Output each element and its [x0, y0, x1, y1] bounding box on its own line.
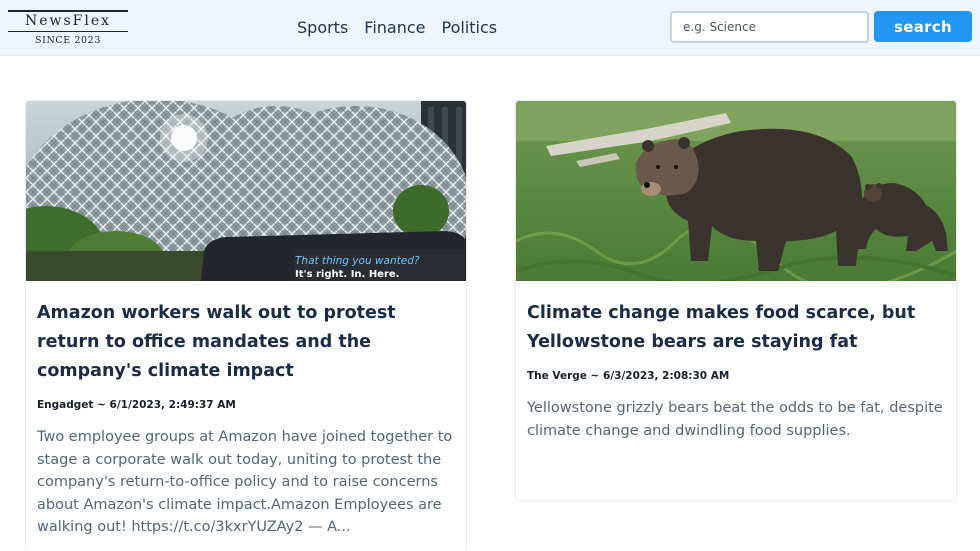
article-description: Two employee groups at Amazon have joine…	[37, 429, 453, 535]
nav-link-politics[interactable]: Politics	[442, 17, 498, 39]
search-button[interactable]: search	[874, 11, 972, 42]
image-caption-line2: It's right. In. Here.	[295, 269, 399, 280]
article-description: Yellowstone grizzly bears beat the odds …	[527, 400, 943, 439]
category-nav: Sports Finance Politics	[297, 17, 497, 39]
article-image-amazon-spheres[interactable]: That thing you wanted? It's right. In. H…	[26, 101, 466, 281]
logo-tagline: SINCE 2023	[35, 35, 101, 46]
article-title[interactable]: Amazon workers walk out to protest retur…	[37, 299, 447, 386]
newsflex-logo[interactable]: NewsFlex SINCE 2023	[8, 10, 128, 48]
article-source-date: The Verge ~ 6/3/2023, 2:08:30 AM	[527, 370, 730, 382]
article-card[interactable]: Climate change makes food scarce, but Ye…	[515, 100, 957, 501]
logo-name: NewsFlex	[8, 10, 128, 32]
article-image-grizzly-bears[interactable]	[516, 101, 956, 281]
nav-link-sports[interactable]: Sports	[297, 17, 348, 39]
nav-link-finance[interactable]: Finance	[364, 17, 425, 39]
article-card[interactable]: That thing you wanted? It's right. In. H…	[25, 100, 467, 551]
image-caption-line1: That thing you wanted?	[295, 255, 420, 267]
search-input[interactable]	[670, 11, 869, 43]
top-navbar: NewsFlex SINCE 2023 Sports Finance Polit…	[0, 0, 980, 56]
article-title[interactable]: Climate change makes food scarce, but Ye…	[527, 299, 937, 357]
article-source-date: Engadget ~ 6/1/2023, 2:49:37 AM	[37, 399, 236, 411]
